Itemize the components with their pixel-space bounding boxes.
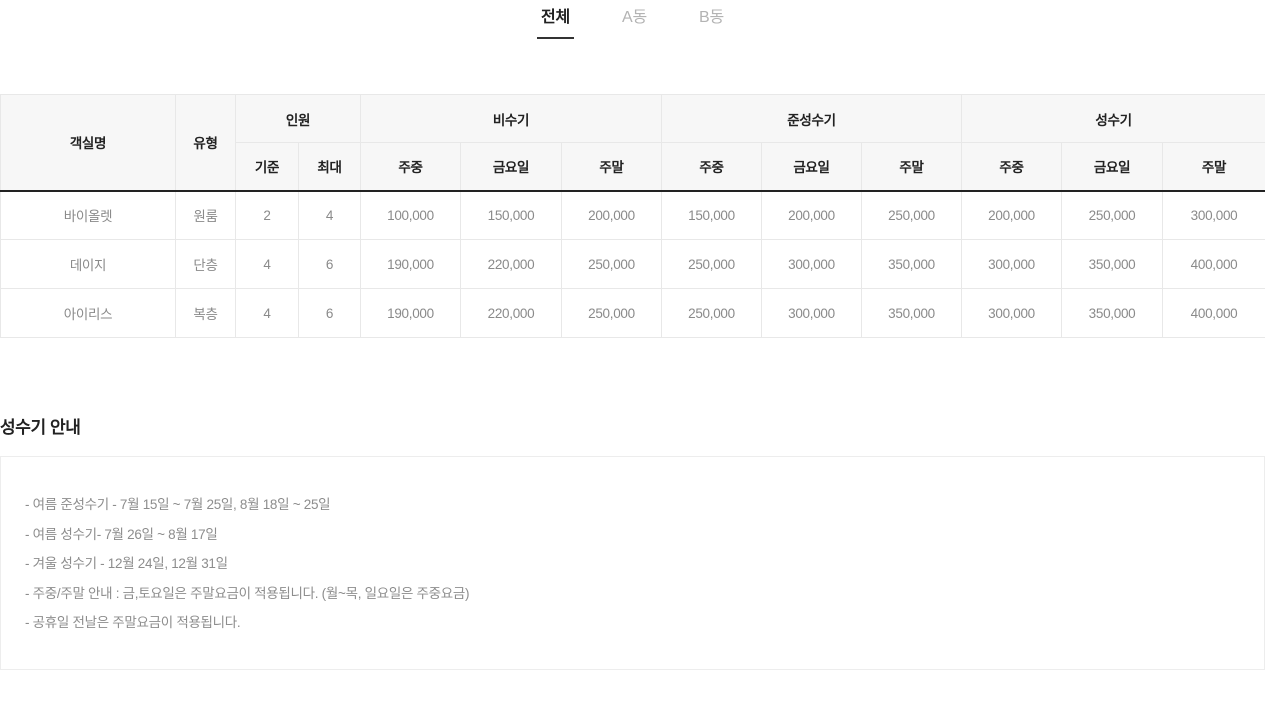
cell-mid-weekend: 350,000 — [861, 288, 963, 338]
cell-low-weekend: 250,000 — [561, 288, 662, 338]
cell-mid-weekday: 150,000 — [661, 190, 762, 240]
header-season-high: 성수기 — [961, 94, 1265, 143]
cell-mid-friday: 300,000 — [761, 239, 862, 289]
cell-low-weekday: 100,000 — [360, 190, 461, 240]
cell-room-name: 바이올렛 — [0, 190, 176, 240]
cell-mid-weekend: 350,000 — [861, 239, 963, 289]
cell-high-weekend: 300,000 — [1162, 190, 1265, 240]
building-tab-bar: 전체 A동 B동 — [0, 0, 1265, 48]
tab-all[interactable]: 전체 — [536, 5, 575, 39]
cell-room-name: 데이지 — [0, 239, 176, 289]
notice-line: - 여름 준성수기 - 7월 15일 ~ 7월 25일, 8월 18일 ~ 25… — [25, 497, 331, 512]
rate-table-page: 전체 A동 B동 객실명 유형 인원 비수기 준성수기 성수기 기준 최대 주중… — [0, 0, 1265, 722]
cell-capacity-standard: 4 — [235, 239, 299, 289]
header-row-groups: 객실명 유형 인원 비수기 준성수기 성수기 — [0, 94, 1265, 192]
cell-mid-weekday: 250,000 — [661, 239, 762, 289]
notice-line: - 여름 성수기- 7월 26일 ~ 8월 17일 — [25, 526, 218, 542]
cell-low-weekend: 200,000 — [561, 190, 662, 240]
cell-high-friday: 250,000 — [1061, 190, 1164, 240]
cell-room-type: 복층 — [175, 288, 236, 338]
table-row: 데이지 단층 4 6 190,000 220,000 250,000 250,0… — [0, 239, 1265, 289]
header-low-weekday: 주중 — [360, 142, 461, 192]
cell-high-weekend: 400,000 — [1162, 288, 1265, 338]
notice-line: - 공휴일 전날은 주말요금이 적용됩니다. — [25, 615, 241, 630]
cell-low-friday: 220,000 — [460, 288, 562, 338]
header-room-type: 유형 — [175, 94, 236, 192]
cell-high-weekday: 200,000 — [961, 190, 1063, 240]
tab-building-b[interactable]: B동 — [695, 5, 728, 39]
table-row: 아이리스 복층 4 6 190,000 220,000 250,000 250,… — [0, 288, 1265, 338]
table-header: 객실명 유형 인원 비수기 준성수기 성수기 기준 최대 주중 금요일 주말 주… — [0, 94, 1265, 192]
cell-capacity-max: 4 — [298, 190, 361, 240]
cell-room-name: 아이리스 — [0, 288, 176, 338]
cell-capacity-standard: 2 — [235, 190, 299, 240]
header-capacity-group: 인원 — [235, 94, 361, 143]
cell-high-weekend: 400,000 — [1162, 239, 1265, 289]
cell-capacity-max: 6 — [298, 239, 361, 289]
rate-table-container: 객실명 유형 인원 비수기 준성수기 성수기 기준 최대 주중 금요일 주말 주… — [0, 94, 1265, 338]
cell-mid-friday: 300,000 — [761, 288, 862, 338]
cell-mid-weekday: 250,000 — [661, 288, 762, 338]
cell-high-friday: 350,000 — [1061, 288, 1164, 338]
cell-low-weekday: 190,000 — [360, 239, 461, 289]
cell-low-friday: 220,000 — [460, 239, 562, 289]
notice-box: - 여름 준성수기 - 7월 15일 ~ 7월 25일, 8월 18일 ~ 25… — [0, 456, 1265, 670]
cell-capacity-max: 6 — [298, 288, 361, 338]
header-low-friday: 금요일 — [460, 142, 562, 192]
cell-high-friday: 350,000 — [1061, 239, 1164, 289]
header-mid-weekday: 주중 — [661, 142, 762, 192]
notice-line: - 주중/주말 안내 : 금,토요일은 주말요금이 적용됩니다. (월~목, 일… — [25, 585, 470, 601]
header-mid-friday: 금요일 — [761, 142, 862, 192]
header-high-friday: 금요일 — [1061, 142, 1164, 192]
cell-low-friday: 150,000 — [460, 190, 562, 240]
header-high-weekend: 주말 — [1162, 142, 1265, 192]
header-room-name: 객실명 — [0, 94, 176, 192]
tab-building-a[interactable]: A동 — [618, 5, 651, 39]
cell-low-weekend: 250,000 — [561, 239, 662, 289]
header-season-mid: 준성수기 — [661, 94, 963, 143]
cell-mid-friday: 200,000 — [761, 190, 862, 240]
notice-heading: 성수기 안내 — [0, 418, 81, 437]
cell-room-type: 단층 — [175, 239, 236, 289]
cell-mid-weekend: 250,000 — [861, 190, 963, 240]
cell-high-weekday: 300,000 — [961, 288, 1063, 338]
header-capacity-max: 최대 — [298, 142, 361, 192]
header-capacity-standard: 기준 — [235, 142, 299, 192]
header-mid-weekend: 주말 — [861, 142, 963, 192]
cell-capacity-standard: 4 — [235, 288, 299, 338]
header-high-weekday: 주중 — [961, 142, 1063, 192]
header-low-weekend: 주말 — [561, 142, 662, 192]
cell-low-weekday: 190,000 — [360, 288, 461, 338]
notice-line: - 겨울 성수기 - 12월 24일, 12월 31일 — [25, 556, 228, 571]
room-rate-table: 객실명 유형 인원 비수기 준성수기 성수기 기준 최대 주중 금요일 주말 주… — [0, 94, 1265, 338]
cell-high-weekday: 300,000 — [961, 239, 1063, 289]
table-row: 바이올렛 원룸 2 4 100,000 150,000 200,000 150,… — [0, 190, 1265, 240]
cell-room-type: 원룸 — [175, 190, 236, 240]
table-body: 바이올렛 원룸 2 4 100,000 150,000 200,000 150,… — [0, 190, 1265, 338]
header-season-low: 비수기 — [360, 94, 662, 143]
